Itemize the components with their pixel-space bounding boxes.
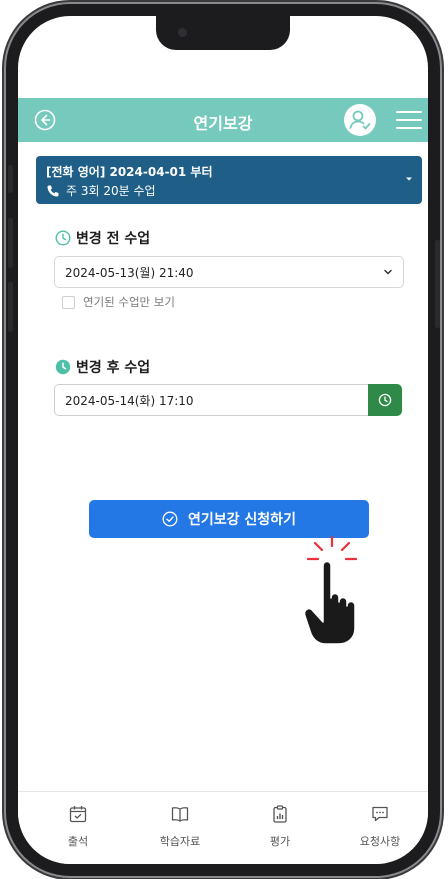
- clock-filled-icon: [55, 359, 71, 375]
- top-bar: 연기보강: [18, 98, 428, 142]
- course-schedule: 주 3회 20분 수업: [66, 184, 156, 198]
- nav-item-materials[interactable]: 학습자료: [140, 804, 220, 849]
- hamburger-menu-icon[interactable]: [396, 111, 422, 129]
- nav-item-requests[interactable]: 요청사항: [340, 804, 420, 849]
- power-button: [435, 240, 440, 328]
- submit-button[interactable]: 연기보강 신청하기: [89, 500, 369, 538]
- mute-switch: [8, 165, 13, 193]
- calendar-check-icon: [69, 806, 87, 823]
- profile-icon[interactable]: [344, 104, 376, 136]
- chevron-down-icon: [384, 269, 392, 275]
- before-section-label: 변경 전 수업: [55, 228, 150, 248]
- tap-hand-cursor-icon: [303, 535, 358, 645]
- delayed-only-checkbox[interactable]: [62, 295, 75, 309]
- nav-label-materials: 학습자료: [159, 835, 201, 848]
- course-selector[interactable]: [전화 영어] 2024-04-01 부터 주 3회 20분 수업: [36, 156, 422, 204]
- after-section-label: 변경 후 수업: [55, 357, 150, 377]
- after-datetime-input[interactable]: 2024-05-14(화) 17:10: [54, 384, 369, 416]
- delayed-only-label: 연기된 수업만 보기: [83, 295, 175, 309]
- clipboard-chart-icon: [273, 805, 287, 823]
- check-circle-icon: [162, 511, 178, 527]
- bottom-navigation: 출석 학습자료 평가 요청사항: [18, 791, 428, 864]
- after-datetime-value: 2024-05-14(화) 17:10: [65, 394, 194, 408]
- volume-down-button: [8, 282, 13, 332]
- chat-icon: [372, 806, 388, 822]
- book-icon: [171, 807, 189, 822]
- clock-outline-icon: [55, 230, 71, 246]
- before-class-select[interactable]: 2024-05-13(월) 21:40: [54, 256, 404, 288]
- clock-icon: [378, 393, 392, 407]
- time-picker-button[interactable]: [368, 384, 402, 416]
- nav-label-requests: 요청사항: [359, 835, 401, 848]
- delayed-only-option[interactable]: 연기된 수업만 보기: [62, 294, 175, 310]
- caret-down-icon: [406, 177, 412, 181]
- nav-label-evaluation: 평가: [269, 835, 291, 848]
- volume-up-button: [8, 218, 13, 268]
- app-screen: 연기보강 [전화 영어] 2024-04-01 부터 주 3회 20분 수업 변…: [18, 16, 428, 864]
- submit-label: 연기보강 신청하기: [188, 512, 296, 528]
- nav-label-attendance: 출석: [67, 835, 89, 848]
- phone-icon: [47, 185, 59, 197]
- nav-item-attendance[interactable]: 출석: [38, 804, 118, 849]
- course-title: [전화 영어] 2024-04-01 부터: [46, 165, 213, 179]
- notch: [156, 16, 290, 50]
- nav-item-evaluation[interactable]: 평가: [240, 804, 320, 849]
- before-class-value: 2024-05-13(월) 21:40: [65, 266, 194, 280]
